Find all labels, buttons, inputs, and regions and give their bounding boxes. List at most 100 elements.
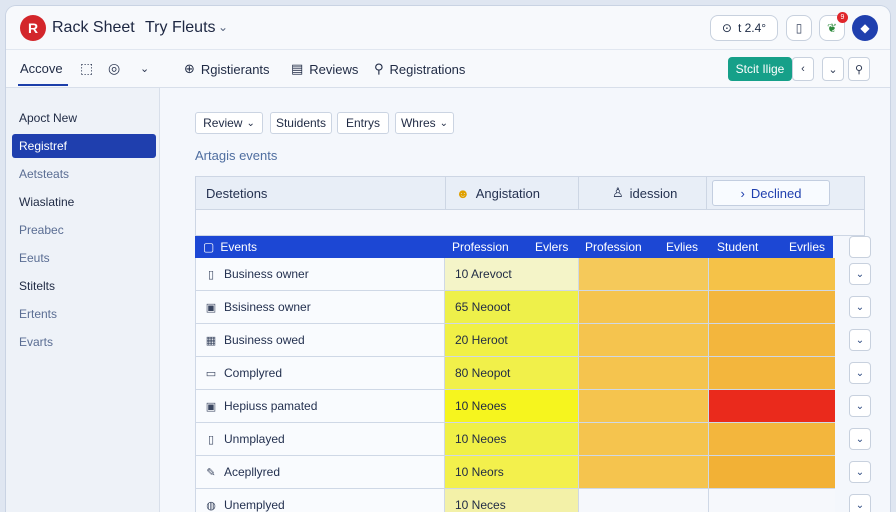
sidebar-item-ertents[interactable]: Ertents bbox=[12, 302, 156, 326]
col-events[interactable]: ▢ Events bbox=[203, 236, 257, 258]
heat-cell[interactable] bbox=[578, 456, 708, 488]
target-icon[interactable]: ◎ bbox=[108, 60, 120, 77]
row-expand-button[interactable]: ⌄ bbox=[849, 296, 871, 318]
row-value-cell[interactable]: 10 Arevoct bbox=[444, 258, 578, 290]
row-expand-button[interactable]: ⌄ bbox=[849, 395, 871, 417]
header-destinations-label: Destetions bbox=[206, 185, 268, 201]
search-icon: ⚲ bbox=[854, 63, 864, 76]
tab-active[interactable]: Accove bbox=[20, 61, 63, 76]
header-strip: Destetions ☻ Angistation ♙ idession › De… bbox=[195, 176, 865, 210]
help-button[interactable]: ▯ bbox=[786, 15, 812, 41]
workspace-switcher[interactable]: Try Fleuts bbox=[145, 19, 216, 37]
row-expand-button[interactable]: ⌄ bbox=[849, 362, 871, 384]
header-expand-button[interactable] bbox=[849, 236, 871, 258]
table-row[interactable]: ▯ Business owner 10 Arevoct bbox=[195, 258, 835, 291]
chat-icon: ▭ bbox=[205, 367, 217, 380]
tab-registrants[interactable]: ⊕ Rgistierants bbox=[184, 61, 270, 77]
row-value-cell[interactable]: 20 Heroot bbox=[444, 324, 578, 356]
info-icon: ▯ bbox=[795, 21, 803, 35]
table-row[interactable]: ▣ Hepiuss pamated 10 Neoes bbox=[195, 390, 835, 423]
header-session[interactable]: ♙ idession bbox=[612, 177, 677, 209]
user-avatar[interactable]: ◆ bbox=[852, 15, 878, 41]
sidebar-item-preabec[interactable]: Preabec bbox=[12, 218, 156, 242]
table-row[interactable]: ✎ Acepllyred 10 Neors bbox=[195, 456, 835, 489]
status-pill[interactable]: ⊙ t 2.4° bbox=[710, 15, 778, 41]
sidebar-item-about[interactable]: Apoct New bbox=[12, 106, 156, 130]
sidebar-item-stitelts[interactable]: Stitelts bbox=[12, 274, 156, 298]
notification-badge: 9 bbox=[837, 12, 848, 23]
heat-cell[interactable] bbox=[578, 258, 708, 290]
heat-cell[interactable] bbox=[578, 324, 708, 356]
table-row[interactable]: ▦ Business owed 20 Heroot bbox=[195, 324, 835, 357]
sidebar-item-eeuts[interactable]: Eeuts bbox=[12, 246, 156, 270]
globe-icon: ⊕ bbox=[184, 61, 195, 76]
sidebar-item-registered[interactable]: Registref bbox=[12, 134, 156, 158]
sidebar-item-assets[interactable]: Aetsteats bbox=[12, 162, 156, 186]
filter-entries-label: Entrys bbox=[345, 116, 380, 130]
heat-cell[interactable] bbox=[708, 291, 835, 323]
filter-wheres[interactable]: Whres ⌄ bbox=[395, 112, 454, 134]
document-icon: ▯ bbox=[207, 433, 215, 446]
col-evlies[interactable]: Evlies bbox=[666, 236, 698, 258]
heat-cell[interactable] bbox=[578, 489, 708, 512]
diamond-icon: ◆ bbox=[860, 21, 870, 35]
table-row[interactable]: ▭ Complyred 80 Neopot bbox=[195, 357, 835, 390]
table-row[interactable]: ◍ Unemplyed 10 Neces bbox=[195, 489, 835, 512]
heat-cell[interactable] bbox=[708, 489, 835, 512]
chevron-down-icon[interactable]: ⌄ bbox=[218, 20, 228, 34]
document-icon: ▤ bbox=[291, 61, 304, 76]
heat-cell[interactable] bbox=[708, 456, 835, 488]
row-value-cell[interactable]: 10 Neoes bbox=[444, 423, 578, 455]
chevron-down-icon[interactable]: ⌄ bbox=[140, 62, 149, 75]
col-profession-1[interactable]: Profession bbox=[452, 236, 509, 258]
row-expand-button[interactable]: ⌄ bbox=[849, 263, 871, 285]
tab-registrations[interactable]: ⚲ Registrations bbox=[374, 61, 465, 77]
back-button[interactable]: ‹ bbox=[792, 57, 814, 81]
table-row[interactable]: ▣ Bsisiness owner 65 Neooot bbox=[195, 291, 835, 324]
header-destinations[interactable]: Destetions bbox=[206, 177, 267, 209]
header-registration[interactable]: ☻ Angistation bbox=[456, 177, 540, 209]
heat-cell[interactable] bbox=[578, 291, 708, 323]
row-label: Bsisiness owner bbox=[224, 300, 311, 314]
heat-cell[interactable] bbox=[708, 390, 835, 422]
spacer-row bbox=[195, 210, 865, 236]
row-value-cell[interactable]: 10 Neces bbox=[444, 489, 578, 512]
row-expand-button[interactable]: ⌄ bbox=[849, 494, 871, 512]
tab-reviews[interactable]: ▤ Reviews bbox=[291, 61, 358, 77]
heat-cell[interactable] bbox=[578, 390, 708, 422]
row-label-cell: ✎ Acepllyred bbox=[195, 456, 444, 488]
filter-students[interactable]: Stuidents bbox=[270, 112, 332, 134]
heat-cell[interactable] bbox=[708, 258, 835, 290]
search-button[interactable]: ⚲ bbox=[848, 57, 870, 81]
row-value: 10 Neoes bbox=[455, 399, 507, 413]
heat-cell[interactable] bbox=[578, 423, 708, 455]
filter-review[interactable]: Review ⌄ bbox=[195, 112, 263, 134]
share-icon[interactable]: ⬚ bbox=[80, 60, 93, 77]
filter-entries[interactable]: Entrys bbox=[337, 112, 389, 134]
sidebar-item-evarts[interactable]: Evarts bbox=[12, 330, 156, 354]
row-value-cell[interactable]: 80 Neopot bbox=[444, 357, 578, 389]
heat-cell[interactable] bbox=[708, 423, 835, 455]
start-button[interactable]: Stcit Ilige bbox=[728, 57, 792, 81]
col-evlers[interactable]: Evlers bbox=[535, 236, 568, 258]
row-value-cell[interactable]: 10 Neoes bbox=[444, 390, 578, 422]
col-student[interactable]: Student bbox=[717, 236, 758, 258]
row-expand-button[interactable]: ⌄ bbox=[849, 461, 871, 483]
sidebar-item-waitlist[interactable]: Wiaslatine bbox=[12, 190, 156, 214]
heat-cell[interactable] bbox=[708, 324, 835, 356]
row-value-cell[interactable]: 10 Neors bbox=[444, 456, 578, 488]
app-title: Rack Sheet bbox=[52, 19, 135, 36]
heat-cell[interactable] bbox=[578, 357, 708, 389]
declined-button[interactable]: › Declined bbox=[712, 180, 830, 206]
table-row[interactable]: ▯ Unmplayed 10 Neoes bbox=[195, 423, 835, 456]
row-value-cell[interactable]: 65 Neooot bbox=[444, 291, 578, 323]
chevron-down-icon: ⌄ bbox=[828, 63, 838, 76]
dropdown-button[interactable]: ⌄ bbox=[822, 57, 844, 81]
col-evrlies[interactable]: Evrlies bbox=[789, 236, 825, 258]
heat-cell[interactable] bbox=[708, 357, 835, 389]
row-expand-button[interactable]: ⌄ bbox=[849, 329, 871, 351]
row-expand-button[interactable]: ⌄ bbox=[849, 428, 871, 450]
notifications-button[interactable]: ❦ 9 bbox=[819, 12, 848, 41]
calendar-icon: ▢ bbox=[203, 240, 215, 254]
col-profession-2[interactable]: Profession bbox=[585, 236, 642, 258]
